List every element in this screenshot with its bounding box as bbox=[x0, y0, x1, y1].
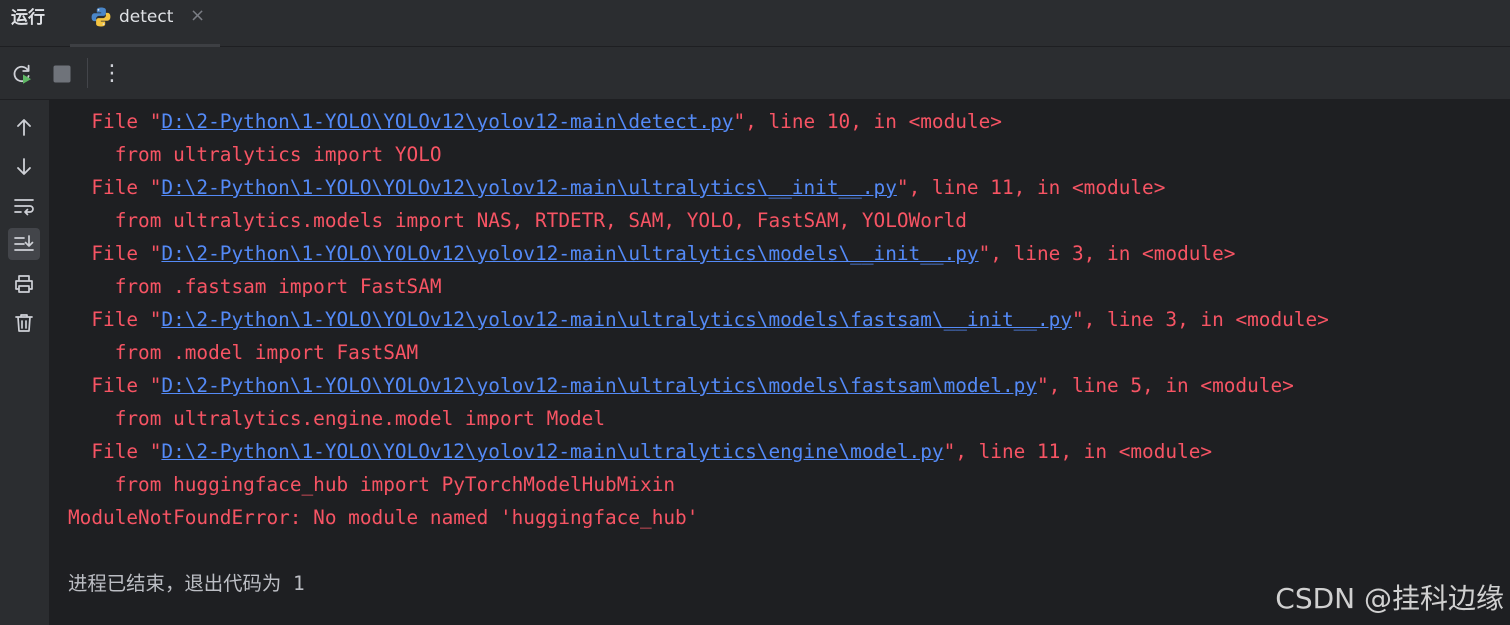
traceback-file-line: File "D:\2-Python\1-YOLO\YOLOv12\yolov12… bbox=[91, 440, 1213, 463]
soft-wrap-button[interactable] bbox=[8, 190, 40, 222]
file-path-link[interactable]: D:\2-Python\1-YOLO\YOLOv12\yolov12-main\… bbox=[161, 308, 1072, 331]
close-icon[interactable]: × bbox=[190, 6, 205, 26]
scroll-up-button[interactable] bbox=[8, 111, 40, 143]
arrow-down-icon bbox=[17, 158, 31, 175]
traceback-code-line: from ultralytics.engine.model import Mod… bbox=[114, 407, 606, 430]
rerun-icon[interactable] bbox=[10, 62, 34, 86]
console-output[interactable]: File "D:\2-Python\1-YOLO\YOLOv12\yolov12… bbox=[50, 100, 1510, 625]
traceback-file-line: File "D:\2-Python\1-YOLO\YOLOv12\yolov12… bbox=[91, 176, 1166, 199]
more-options-icon[interactable]: ⋮ bbox=[100, 62, 124, 86]
console-side-toolbar bbox=[0, 100, 50, 625]
scroll-down-button[interactable] bbox=[8, 151, 40, 183]
file-path-link[interactable]: D:\2-Python\1-YOLO\YOLOv12\yolov12-main\… bbox=[161, 110, 733, 133]
csdn-watermark: CSDN @挂科边缘 bbox=[1275, 582, 1504, 615]
print-button[interactable] bbox=[8, 268, 40, 300]
process-exit-message: 进程已结束，退出代码为 1 bbox=[68, 572, 305, 595]
file-path-link[interactable]: D:\2-Python\1-YOLO\YOLOv12\yolov12-main\… bbox=[161, 242, 978, 265]
traceback-code-line: from .model import FastSAM bbox=[114, 341, 419, 364]
traceback-file-line: File "D:\2-Python\1-YOLO\YOLOv12\yolov12… bbox=[91, 242, 1236, 265]
tab-label: detect bbox=[119, 7, 174, 27]
soft-wrap-icon bbox=[14, 199, 34, 216]
error-message: ModuleNotFoundError: No module named 'hu… bbox=[68, 506, 699, 529]
run-tool-window-header: 运行 detect × bbox=[0, 0, 1510, 47]
tab-detect[interactable]: detect × bbox=[70, 0, 220, 47]
stop-icon[interactable] bbox=[50, 62, 74, 86]
traceback-code-line: from ultralytics.models import NAS, RTDE… bbox=[114, 209, 967, 232]
scroll-to-end-icon bbox=[14, 235, 34, 251]
run-panel-title: 运行 bbox=[11, 8, 45, 28]
file-path-link[interactable]: D:\2-Python\1-YOLO\YOLOv12\yolov12-main\… bbox=[161, 440, 943, 463]
traceback-code-line: from .fastsam import FastSAM bbox=[114, 275, 442, 298]
traceback-file-line: File "D:\2-Python\1-YOLO\YOLOv12\yolov12… bbox=[91, 374, 1294, 397]
traceback-file-line: File "D:\2-Python\1-YOLO\YOLOv12\yolov12… bbox=[91, 308, 1329, 331]
traceback-code-line: from huggingface_hub import PyTorchModel… bbox=[114, 473, 676, 496]
clear-all-button[interactable] bbox=[8, 307, 40, 339]
run-toolbar: ⋮ bbox=[0, 47, 1510, 100]
file-path-link[interactable]: D:\2-Python\1-YOLO\YOLOv12\yolov12-main\… bbox=[161, 176, 896, 199]
traceback-file-line: File "D:\2-Python\1-YOLO\YOLOv12\yolov12… bbox=[91, 110, 1002, 133]
arrow-up-icon bbox=[17, 119, 31, 136]
printer-icon bbox=[15, 275, 33, 293]
toolbar-separator bbox=[87, 58, 88, 88]
trash-icon bbox=[15, 314, 33, 332]
file-path-link[interactable]: D:\2-Python\1-YOLO\YOLOv12\yolov12-main\… bbox=[161, 374, 1037, 397]
python-icon bbox=[90, 6, 112, 28]
traceback-code-line: from ultralytics import YOLO bbox=[114, 143, 442, 166]
scroll-to-end-button[interactable] bbox=[8, 228, 40, 260]
